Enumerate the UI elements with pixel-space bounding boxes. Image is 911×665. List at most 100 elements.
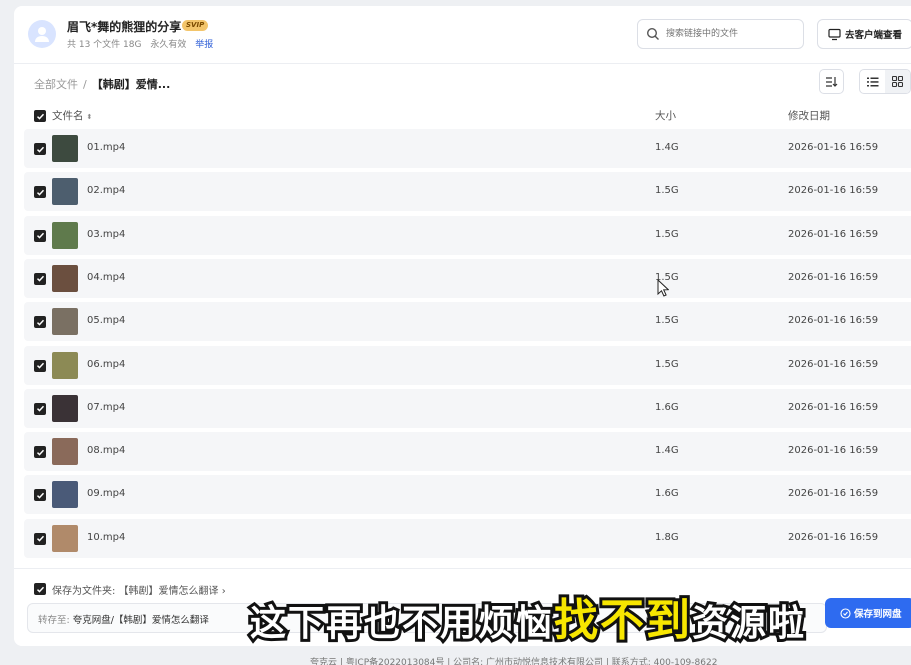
file-row[interactable]: 07.mp4 1.6G 2026-01-16 16:59 [24,388,911,428]
share-page: 眉飞*舞的熊狸的分享 SVIP 共 13 个文件 18G 永久有效 举报 去客户… [14,6,911,646]
file-date: 2026-01-16 16:59 [788,271,879,283]
file-row[interactable]: 04.mp4 1.5G 2026-01-16 16:59 [24,258,911,298]
check-icon [36,449,44,456]
mouse-cursor-icon [657,279,669,297]
grid-view-button[interactable] [885,70,910,93]
file-date: 2026-01-16 16:59 [788,531,879,543]
row-checkbox[interactable] [34,186,46,199]
video-thumbnail [52,394,78,422]
svip-badge: SVIP [182,20,209,31]
sort-icon [826,76,838,87]
open-client-button[interactable]: 去客户端查看 [817,19,911,49]
table-header: 文件名 ⬍ 大小 修改日期 [24,106,911,126]
file-size: 1.8G [655,531,679,543]
file-row[interactable]: 01.mp4 1.4G 2026-01-16 16:59 [24,129,911,168]
page-footer: 夸克云 | 粤ICP备2022013084号 | 公司名: 广州市动悦信息技术有… [310,658,718,665]
file-row[interactable]: 08.mp4 1.4G 2026-01-16 16:59 [24,432,911,472]
open-client-label: 去客户端查看 [844,30,902,41]
select-all-checkbox[interactable] [34,110,46,122]
video-thumbnail [52,135,78,162]
column-name-header[interactable]: 文件名 ⬍ [52,108,92,123]
file-size: 1.5G [655,358,679,370]
file-row[interactable]: 05.mp4 1.5G 2026-01-16 16:59 [24,302,911,342]
file-date: 2026-01-16 16:59 [788,488,879,500]
row-checkbox[interactable] [34,446,46,459]
search-icon [646,27,659,40]
file-name[interactable]: 10.mp4 [87,532,125,543]
check-icon [36,535,44,542]
video-thumbnail [52,438,78,466]
row-checkbox[interactable] [34,489,46,502]
save-icon [840,607,851,619]
monitor-icon [828,28,841,40]
video-thumbnail [52,481,78,509]
file-size: 1.5G [655,185,679,197]
column-name-label: 文件名 [52,110,84,122]
file-count: 共 13 个文件 18G [67,40,142,50]
row-checkbox[interactable] [34,316,46,329]
save-as-folder-checkbox[interactable] [34,583,46,595]
row-checkbox[interactable] [34,272,46,285]
file-size: 1.6G [655,401,679,413]
row-checkbox[interactable] [34,359,46,372]
sort-arrows-icon: ⬍ [86,113,93,121]
file-size: 1.4G [655,445,679,457]
caption-highlight: 找不到 [551,592,693,649]
file-date: 2026-01-16 16:59 [788,185,879,197]
search-box[interactable] [637,19,804,49]
check-icon [36,113,44,120]
report-link[interactable]: 举报 [195,40,213,50]
avatar[interactable] [28,20,56,48]
file-name[interactable]: 09.mp4 [87,488,125,499]
file-name[interactable]: 07.mp4 [87,402,125,413]
view-toggle [859,69,911,94]
file-row[interactable]: 03.mp4 1.5G 2026-01-16 16:59 [24,215,911,255]
breadcrumb-root[interactable]: 全部文件 [34,78,78,91]
transfer-label: 转存至: [38,615,70,626]
file-name[interactable]: 08.mp4 [87,445,125,456]
column-size-header[interactable]: 大小 [655,108,676,123]
file-name[interactable]: 06.mp4 [87,359,125,370]
file-name[interactable]: 02.mp4 [87,185,125,196]
sort-button[interactable] [819,69,844,94]
check-icon [36,189,44,196]
video-thumbnail [52,308,78,336]
row-checkbox[interactable] [34,402,46,415]
file-name[interactable]: 04.mp4 [87,272,125,283]
file-row[interactable]: 02.mp4 1.5G 2026-01-16 16:59 [24,172,911,212]
search-input[interactable] [666,25,796,43]
breadcrumb-separator: / [83,78,87,91]
check-icon [36,492,44,499]
file-name[interactable]: 01.mp4 [87,142,125,153]
file-row[interactable]: 09.mp4 1.6G 2026-01-16 16:59 [24,475,911,515]
breadcrumb: 全部文件 / 【韩剧】爱情... [34,76,170,92]
check-icon [36,146,44,153]
save-to-drive-button[interactable]: 保存到网盘 [825,598,911,628]
video-thumbnail [52,221,78,249]
file-date: 2026-01-16 16:59 [788,401,879,413]
file-name[interactable]: 03.mp4 [87,229,125,240]
file-size: 1.5G [655,315,679,327]
check-icon [36,232,44,239]
share-header: 眉飞*舞的熊狸的分享 SVIP 共 13 个文件 18G 永久有效 举报 去客户… [14,6,911,64]
file-date: 2026-01-16 16:59 [788,445,879,457]
file-date: 2026-01-16 16:59 [788,315,879,327]
share-meta: 共 13 个文件 18G 永久有效 举报 [67,37,219,50]
share-title: 眉飞*舞的熊狸的分享 [67,20,182,34]
row-checkbox[interactable] [34,143,46,155]
column-date-header[interactable]: 修改日期 [788,108,830,123]
list-view-button[interactable] [860,70,885,93]
caption-part1: 这下再也不用烦恼 [247,600,555,647]
file-row[interactable]: 06.mp4 1.5G 2026-01-16 16:59 [24,345,911,385]
row-checkbox[interactable] [34,532,46,545]
check-icon [36,362,44,369]
breadcrumb-current: 【韩剧】爱情... [91,78,171,91]
file-size: 1.4G [655,142,679,153]
file-name[interactable]: 05.mp4 [87,315,125,326]
row-checkbox[interactable] [34,229,46,242]
caption-part2: 资源啦 [689,600,807,647]
check-icon [36,276,44,283]
list-icon [866,77,878,86]
file-row[interactable]: 10.mp4 1.8G 2026-01-16 16:59 [24,518,911,558]
grid-icon [892,76,903,87]
